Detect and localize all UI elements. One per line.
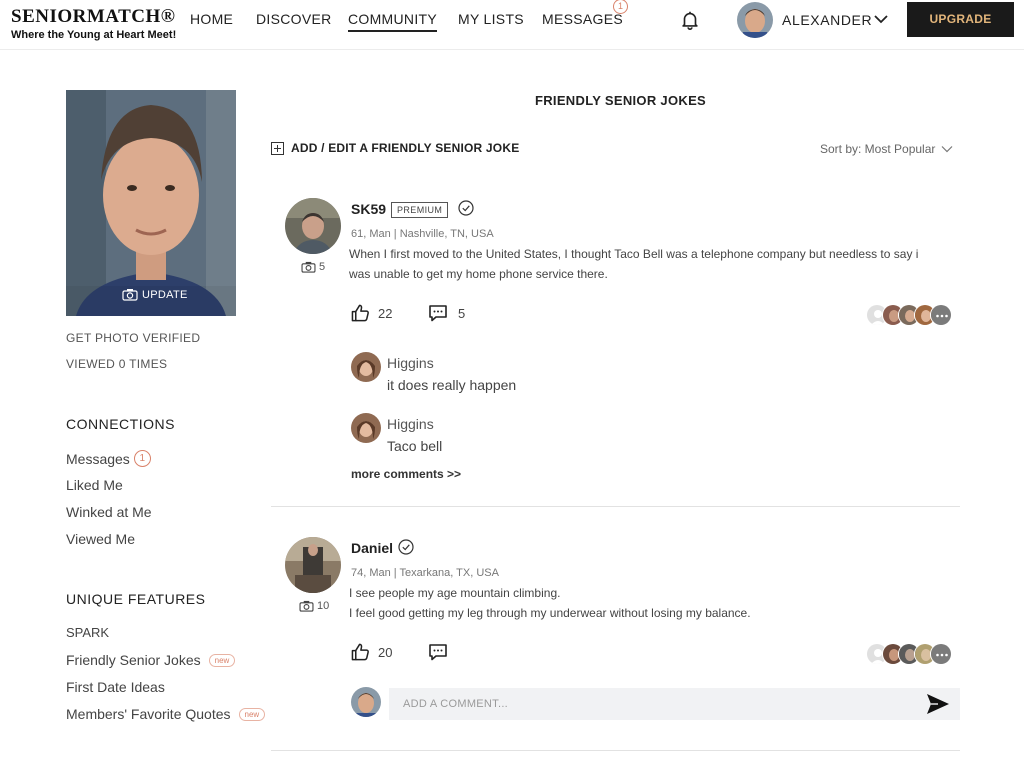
- like-count: 22: [378, 305, 393, 321]
- sidebar-item-label: Friendly Senior Jokes: [66, 652, 201, 668]
- post-username[interactable]: Daniel: [351, 540, 393, 556]
- chevron-down-icon[interactable]: [873, 13, 889, 25]
- thumbs-up-icon: [351, 304, 369, 322]
- profile-photo[interactable]: UPDATE: [66, 90, 236, 316]
- nav-messages[interactable]: MESSAGES: [542, 11, 623, 30]
- plus-square-icon: [271, 141, 284, 155]
- post-text-line: When I first moved to the United States,…: [349, 247, 919, 261]
- sidebar-item-label: Liked Me: [66, 477, 123, 493]
- nav-discover[interactable]: DISCOVER: [256, 11, 332, 30]
- post-author-meta: 61, Man | Nashville, TN, USA: [351, 228, 494, 240]
- nav-community[interactable]: COMMUNITY: [348, 11, 438, 32]
- thumbs-up-icon: [351, 643, 369, 661]
- commenter-name[interactable]: Higgins: [387, 416, 434, 432]
- comment-text: it does really happen: [387, 377, 517, 393]
- comment-button[interactable]: 5: [428, 304, 465, 322]
- nav-home[interactable]: HOME: [190, 11, 233, 30]
- add-comment-input[interactable]: [389, 698, 909, 710]
- post-divider: [271, 506, 960, 507]
- more-reactors-icon: [930, 643, 952, 665]
- reactors-group[interactable]: [866, 304, 952, 326]
- commenter-avatar[interactable]: [351, 413, 381, 443]
- sidebar-item-label: SPARK: [66, 625, 110, 640]
- post-author-meta: 74, Man | Texarkana, TX, USA: [351, 567, 499, 579]
- new-tag: new: [208, 653, 236, 667]
- sidebar-item-members-favorite-quotes[interactable]: Members' Favorite Quotes new: [66, 706, 266, 722]
- like-button[interactable]: 20: [351, 643, 392, 661]
- reactors-group[interactable]: [866, 643, 952, 665]
- unique-features-heading: UNIQUE FEATURES: [66, 591, 206, 607]
- more-reactors-icon: [930, 304, 952, 326]
- photo-count-value: 5: [319, 261, 326, 273]
- like-button[interactable]: 22: [351, 304, 392, 322]
- current-user-avatar: [351, 687, 381, 717]
- viewed-times: VIEWED 0 TIMES: [66, 357, 168, 371]
- photo-update-button[interactable]: UPDATE: [122, 288, 188, 301]
- photo-count[interactable]: 10: [299, 600, 329, 612]
- comment-input-box: [389, 688, 960, 720]
- commenter-name[interactable]: Higgins: [387, 355, 434, 371]
- sidebar-item-spark[interactable]: SPARK: [66, 625, 109, 640]
- post-author-avatar[interactable]: [285, 537, 341, 593]
- comment-text: Taco bell: [387, 438, 443, 454]
- sidebar-item-messages[interactable]: Messages 1: [66, 450, 151, 467]
- add-joke-label: ADD / EDIT A FRIENDLY SENIOR JOKE: [291, 141, 520, 155]
- post-text-line: I see people my age mountain climbing.: [349, 586, 561, 600]
- connections-heading: CONNECTIONS: [66, 416, 175, 432]
- user-avatar[interactable]: [737, 2, 773, 38]
- sort-dropdown[interactable]: Sort by: Most Popular: [820, 142, 953, 156]
- post-text: When I first moved to the United States,…: [349, 244, 949, 284]
- sidebar-item-label: Members' Favorite Quotes: [66, 706, 231, 722]
- photo-count-value: 10: [317, 600, 330, 612]
- sidebar-item-label: Messages: [66, 450, 130, 467]
- sidebar-item-first-date-ideas[interactable]: First Date Ideas: [66, 679, 165, 695]
- post-username[interactable]: SK59: [351, 201, 386, 217]
- get-photo-verified-link[interactable]: GET PHOTO VERIFIED: [66, 331, 200, 345]
- add-joke-button[interactable]: ADD / EDIT A FRIENDLY SENIOR JOKE: [271, 141, 519, 155]
- chevron-down-icon: [941, 146, 953, 153]
- logo-tagline: Where the Young at Heart Meet!: [11, 29, 177, 41]
- post-text-line: was unable to get my home phone service …: [349, 267, 608, 281]
- sidebar-item-label: Viewed Me: [66, 531, 136, 547]
- post-divider: [271, 750, 960, 751]
- send-icon[interactable]: [926, 693, 950, 715]
- premium-badge: PREMIUM: [391, 202, 449, 218]
- user-name[interactable]: ALEXANDER: [782, 12, 872, 28]
- sort-label: Sort by: Most Popular: [820, 142, 936, 156]
- sidebar-item-label: Winked at Me: [66, 504, 152, 520]
- sidebar-item-liked-me[interactable]: Liked Me: [66, 477, 123, 493]
- commenter-avatar[interactable]: [351, 352, 381, 382]
- post-text-line: I feel good getting my leg through my un…: [349, 606, 751, 620]
- comment-count: 5: [458, 305, 466, 321]
- sidebar-item-friendly-senior-jokes[interactable]: Friendly Senior Jokes new: [66, 652, 236, 668]
- sidebar-item-winked-at-me[interactable]: Winked at Me: [66, 504, 152, 520]
- post-author-avatar[interactable]: [285, 198, 341, 254]
- upgrade-button[interactable]: UPGRADE: [907, 2, 1014, 37]
- photo-count[interactable]: 5: [301, 261, 325, 273]
- messages-count-badge: 1: [133, 450, 151, 467]
- new-tag: new: [238, 707, 266, 721]
- bell-icon[interactable]: [679, 9, 701, 31]
- speech-bubble-icon: [429, 644, 447, 661]
- comment-button[interactable]: [428, 643, 448, 661]
- speech-bubble-icon: [429, 305, 447, 322]
- post-text: I see people my age mountain climbing. I…: [349, 583, 949, 623]
- top-nav-bar: SENIORMATCH® Where the Young at Heart Me…: [0, 0, 1024, 50]
- site-logo[interactable]: SENIORMATCH® Where the Young at Heart Me…: [11, 6, 176, 41]
- logo-name: SENIORMATCH®: [11, 6, 176, 27]
- more-comments-link[interactable]: more comments >>: [351, 467, 461, 481]
- camera-icon: [122, 289, 138, 301]
- sidebar-item-label: First Date Ideas: [66, 679, 165, 695]
- nav-my-lists[interactable]: MY LISTS: [458, 11, 524, 30]
- camera-icon: [301, 261, 316, 273]
- messages-count-badge: 1: [613, 0, 628, 14]
- verified-check-icon: [398, 539, 414, 555]
- page-title: FRIENDLY SENIOR JOKES: [535, 93, 707, 108]
- like-count: 20: [378, 644, 393, 660]
- verified-check-icon: [458, 200, 474, 216]
- photo-update-label: UPDATE: [142, 288, 188, 301]
- sidebar-item-viewed-me[interactable]: Viewed Me: [66, 531, 135, 547]
- camera-icon: [299, 600, 314, 612]
